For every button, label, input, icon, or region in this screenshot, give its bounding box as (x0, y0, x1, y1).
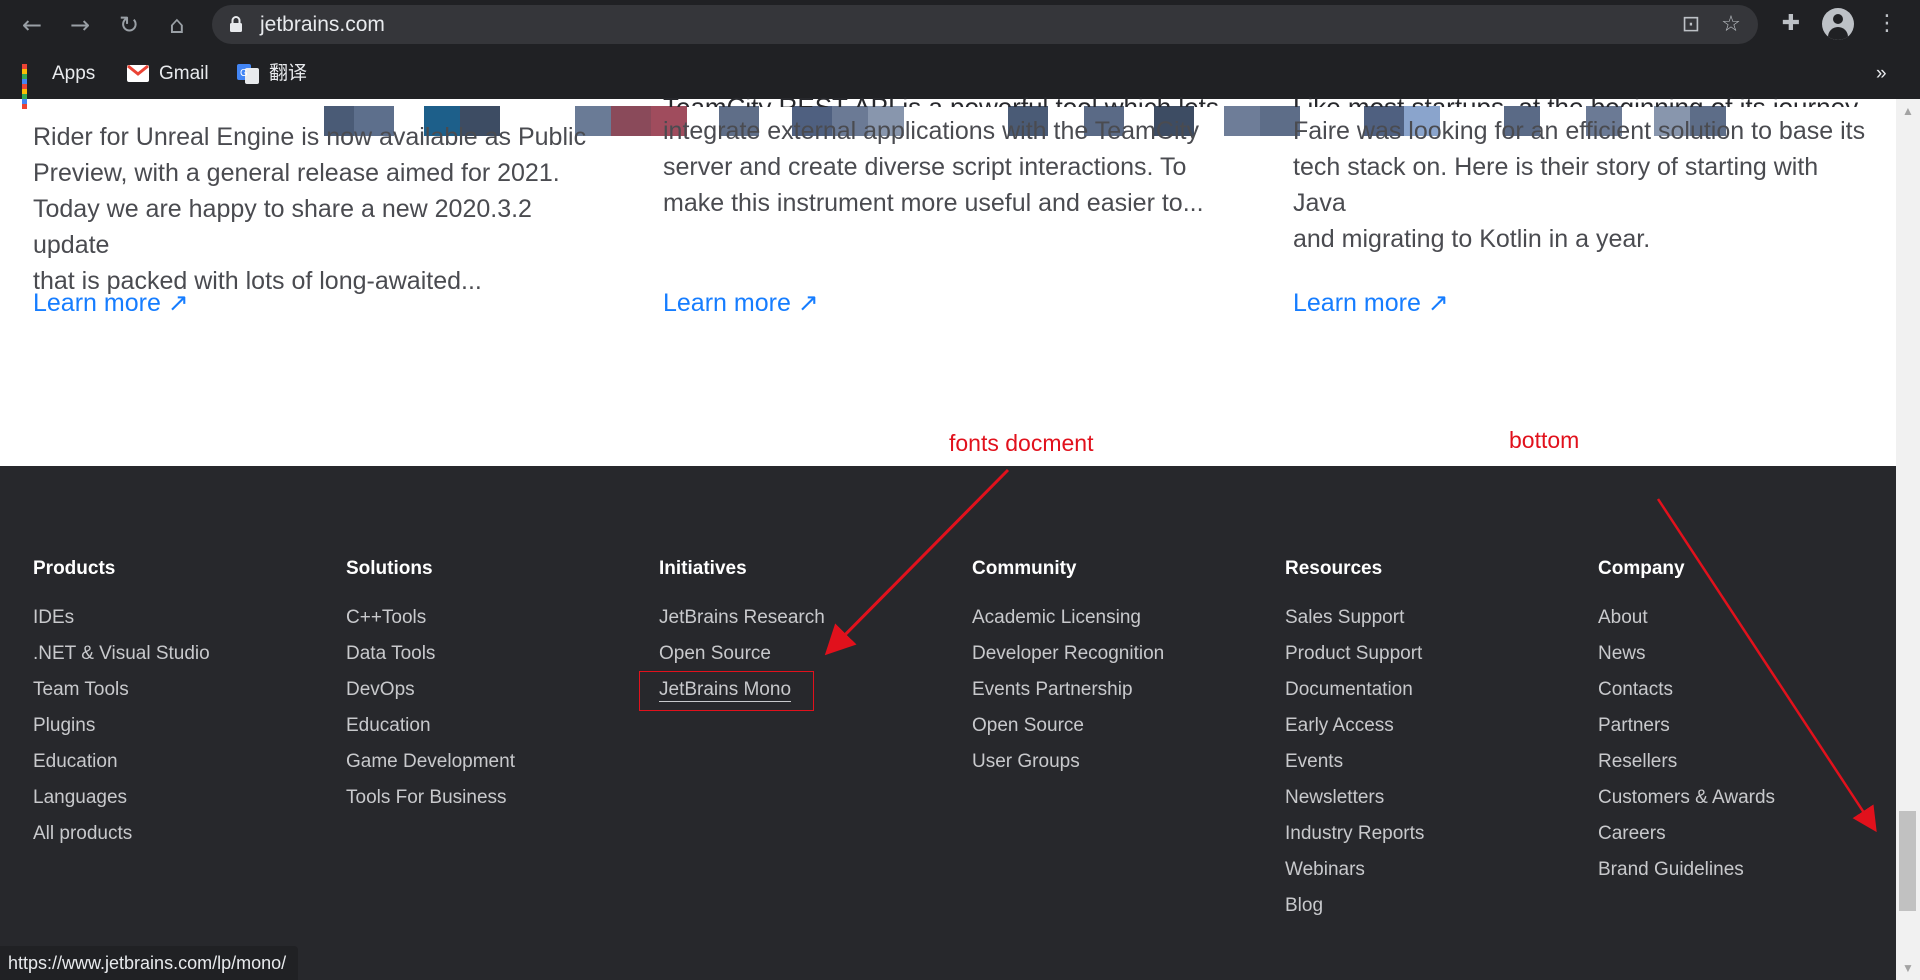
arrow-to-scrollbar-bottom (1656, 498, 1877, 833)
status-bar-url: https://www.jetbrains.com/lp/mono/ (0, 946, 299, 980)
arrow-to-jetbrains-mono (824, 468, 1010, 656)
annotation-arrows (824, 468, 1877, 833)
